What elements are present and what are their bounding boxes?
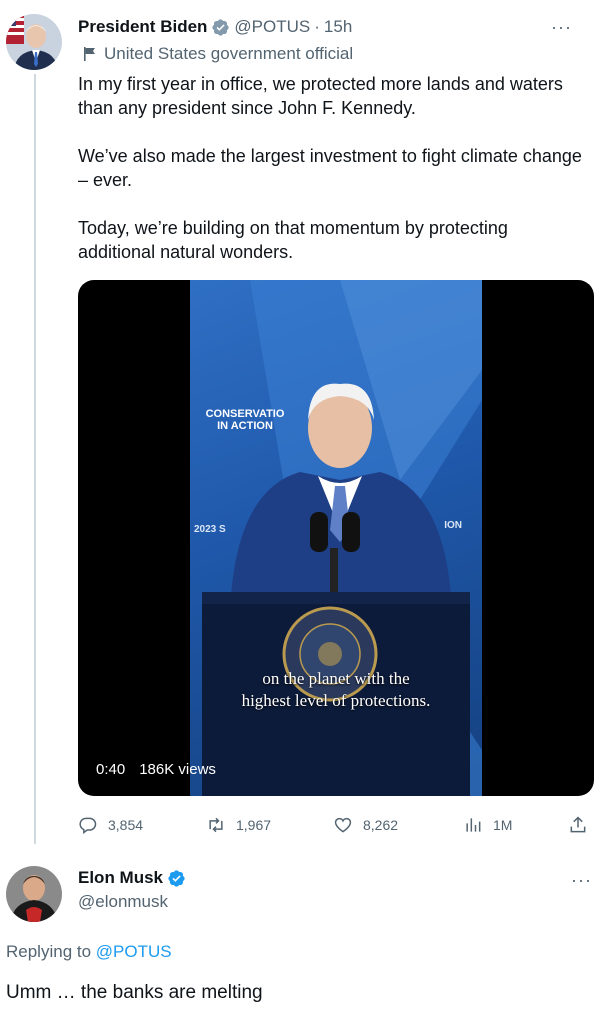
government-label-text: United States government official bbox=[104, 44, 354, 63]
author-handle[interactable]: @POTUS bbox=[234, 17, 310, 37]
flag-icon bbox=[84, 47, 95, 61]
reply-icon bbox=[79, 817, 97, 834]
caption-line: on the planet with the bbox=[262, 669, 410, 688]
like-button[interactable]: 8,262 bbox=[333, 815, 398, 835]
reply-count: 3,854 bbox=[108, 817, 144, 833]
video-frame: CONSERVATIO IN ACTION 2023 S ION bbox=[190, 280, 482, 796]
avatar[interactable] bbox=[6, 14, 62, 70]
tweet-header: President Biden @POTUS · 15h ··· bbox=[78, 14, 590, 40]
share-button[interactable] bbox=[568, 815, 598, 835]
banner-line: CONSERVATIO bbox=[205, 408, 285, 420]
government-label: United States government official bbox=[82, 44, 353, 64]
tweet-paragraph: Today, we’re building on that momentum b… bbox=[78, 218, 508, 262]
replying-to: Replying to @POTUS bbox=[6, 942, 172, 962]
retweet-button[interactable]: 1,967 bbox=[206, 815, 271, 835]
banner-text: CONSERVATIO IN ACTION bbox=[190, 408, 300, 432]
video-duration: 0:40 bbox=[96, 761, 126, 778]
tweet-paragraph: In my first year in office, we protected… bbox=[78, 74, 563, 118]
more-options-icon[interactable]: ··· bbox=[571, 870, 592, 891]
video-caption: on the planet with the highest level of … bbox=[78, 668, 594, 712]
analytics-icon bbox=[466, 818, 481, 832]
reply-button[interactable]: 3,854 bbox=[78, 815, 143, 835]
tweet-body: In my first year in office, we protected… bbox=[78, 72, 588, 288]
share-icon bbox=[570, 816, 586, 833]
video-scene-image bbox=[202, 280, 482, 796]
video-player[interactable]: CONSERVATIO IN ACTION 2023 S ION on the … bbox=[78, 280, 594, 796]
views-count: 1M bbox=[493, 817, 513, 833]
separator-dot: · bbox=[314, 17, 320, 36]
views-button[interactable]: 1M bbox=[463, 815, 512, 835]
reply-header: Elon Musk bbox=[78, 868, 186, 888]
verified-badge-icon bbox=[168, 869, 185, 887]
avatar[interactable] bbox=[6, 866, 62, 922]
tweet-actions: 3,854 1,967 8,262 1M bbox=[78, 812, 598, 838]
author-handle[interactable]: @elonmusk bbox=[78, 892, 168, 912]
retweet-count: 1,967 bbox=[236, 817, 272, 833]
banner-year: 2023 S bbox=[194, 524, 226, 535]
replying-prefix: Replying to bbox=[6, 942, 92, 961]
reply-body: Umm … the banks are melting bbox=[6, 982, 263, 1003]
caption-line: highest level of protections. bbox=[241, 691, 431, 710]
video-meta: 0:40 186K views bbox=[96, 761, 216, 778]
more-options-icon[interactable]: ··· bbox=[551, 17, 572, 38]
like-count: 8,262 bbox=[363, 817, 399, 833]
banner-line: IN ACTION bbox=[217, 420, 273, 432]
author-name[interactable]: President Biden bbox=[78, 17, 207, 37]
avatar-image bbox=[6, 14, 62, 70]
retweet-icon bbox=[209, 817, 223, 833]
timestamp[interactable]: 15h bbox=[324, 17, 352, 37]
banner-right: ION bbox=[444, 520, 462, 531]
verified-badge-icon bbox=[212, 18, 230, 36]
video-views: 186K views bbox=[139, 761, 216, 778]
tweet-paragraph: We’ve also made the largest investment t… bbox=[78, 146, 582, 190]
heart-icon bbox=[334, 817, 352, 833]
replying-to-link[interactable]: @POTUS bbox=[96, 942, 172, 961]
thread-connector-line bbox=[34, 74, 36, 844]
author-name[interactable]: Elon Musk bbox=[78, 868, 163, 888]
avatar-image bbox=[6, 866, 62, 922]
